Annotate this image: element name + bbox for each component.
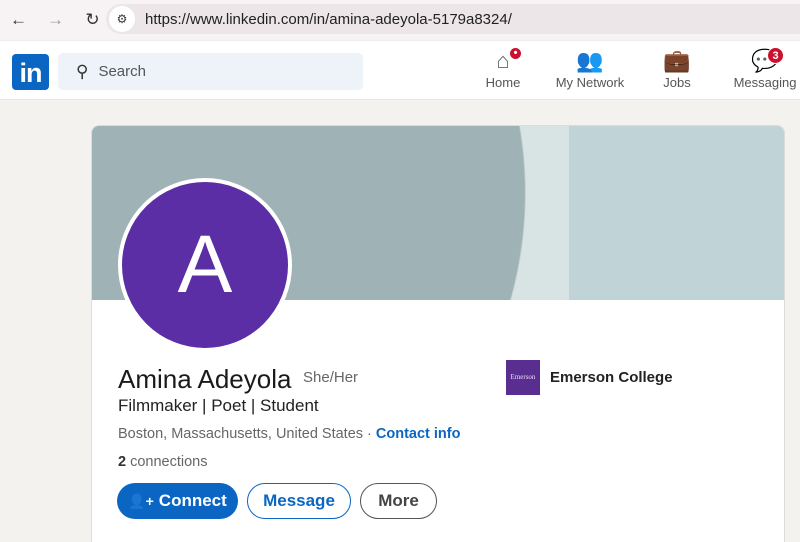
search-placeholder: Search [98, 63, 146, 80]
headline: Filmmaker | Poet | Student [118, 396, 319, 415]
linkedin-header: in ⚲ Search ⌂ • Home 👥 My Network 💼 Jobs … [0, 40, 800, 100]
notification-dot: • [509, 47, 522, 60]
connect-button[interactable]: 👤+ Connect [117, 483, 238, 519]
location: Boston, Massachusetts, United States [118, 426, 364, 442]
profile-card: A Amina Adeyola She/Her Filmmaker | Poet… [91, 125, 785, 542]
education-link[interactable]: Emerson Emerson College [506, 360, 673, 395]
people-icon: 👥 [576, 48, 604, 73]
add-person-icon: 👤+ [128, 492, 154, 509]
back-icon[interactable]: ← [0, 10, 37, 30]
connections[interactable]: 2 connections [118, 454, 208, 470]
location-line: Boston, Massachusetts, United States · C… [118, 426, 460, 442]
forward-icon[interactable]: → [37, 10, 74, 30]
search-input[interactable]: ⚲ Search [58, 53, 363, 90]
message-button[interactable]: Message [247, 483, 351, 519]
search-icon: ⚲ [76, 61, 89, 81]
emerson-college-logo: Emerson [506, 360, 540, 395]
site-settings-icon[interactable]: ⚙ [109, 6, 135, 32]
nav-label: My Network [555, 75, 625, 90]
nav-label: Messaging [733, 75, 797, 90]
connections-label: connections [126, 454, 208, 470]
url-text[interactable]: https://www.linkedin.com/in/amina-adeyol… [145, 11, 512, 28]
connections-count: 2 [118, 454, 127, 470]
browser-toolbar: ← → ↻ ⚙ https://www.linkedin.com/in/amin… [0, 0, 800, 40]
avatar[interactable]: A [118, 178, 292, 352]
contact-info-link[interactable]: Contact info [376, 426, 461, 442]
nav-home[interactable]: ⌂ • Home [484, 47, 522, 90]
message-icon: 💬 3 [732, 47, 798, 75]
nav-jobs[interactable]: 💼 Jobs [660, 47, 694, 90]
more-button[interactable]: More [360, 483, 437, 519]
school-name: Emerson College [550, 369, 673, 386]
home-icon: ⌂ • [484, 47, 522, 75]
linkedin-logo[interactable]: in [12, 54, 49, 90]
profile-name: Amina Adeyola [118, 364, 292, 394]
briefcase-icon: 💼 [663, 48, 691, 73]
address-bar[interactable]: ⚙ https://www.linkedin.com/in/amina-adey… [106, 4, 800, 34]
connect-label: Connect [158, 491, 227, 510]
messaging-badge: 3 [767, 47, 784, 64]
nav-messaging[interactable]: 💬 3 Messaging [732, 47, 798, 90]
nav-label: Home [485, 75, 521, 90]
pronouns: She/Her [303, 369, 359, 386]
separator: · [363, 426, 376, 442]
nav-label: Jobs [663, 75, 691, 90]
nav-my-network[interactable]: 👥 My Network [552, 47, 628, 90]
